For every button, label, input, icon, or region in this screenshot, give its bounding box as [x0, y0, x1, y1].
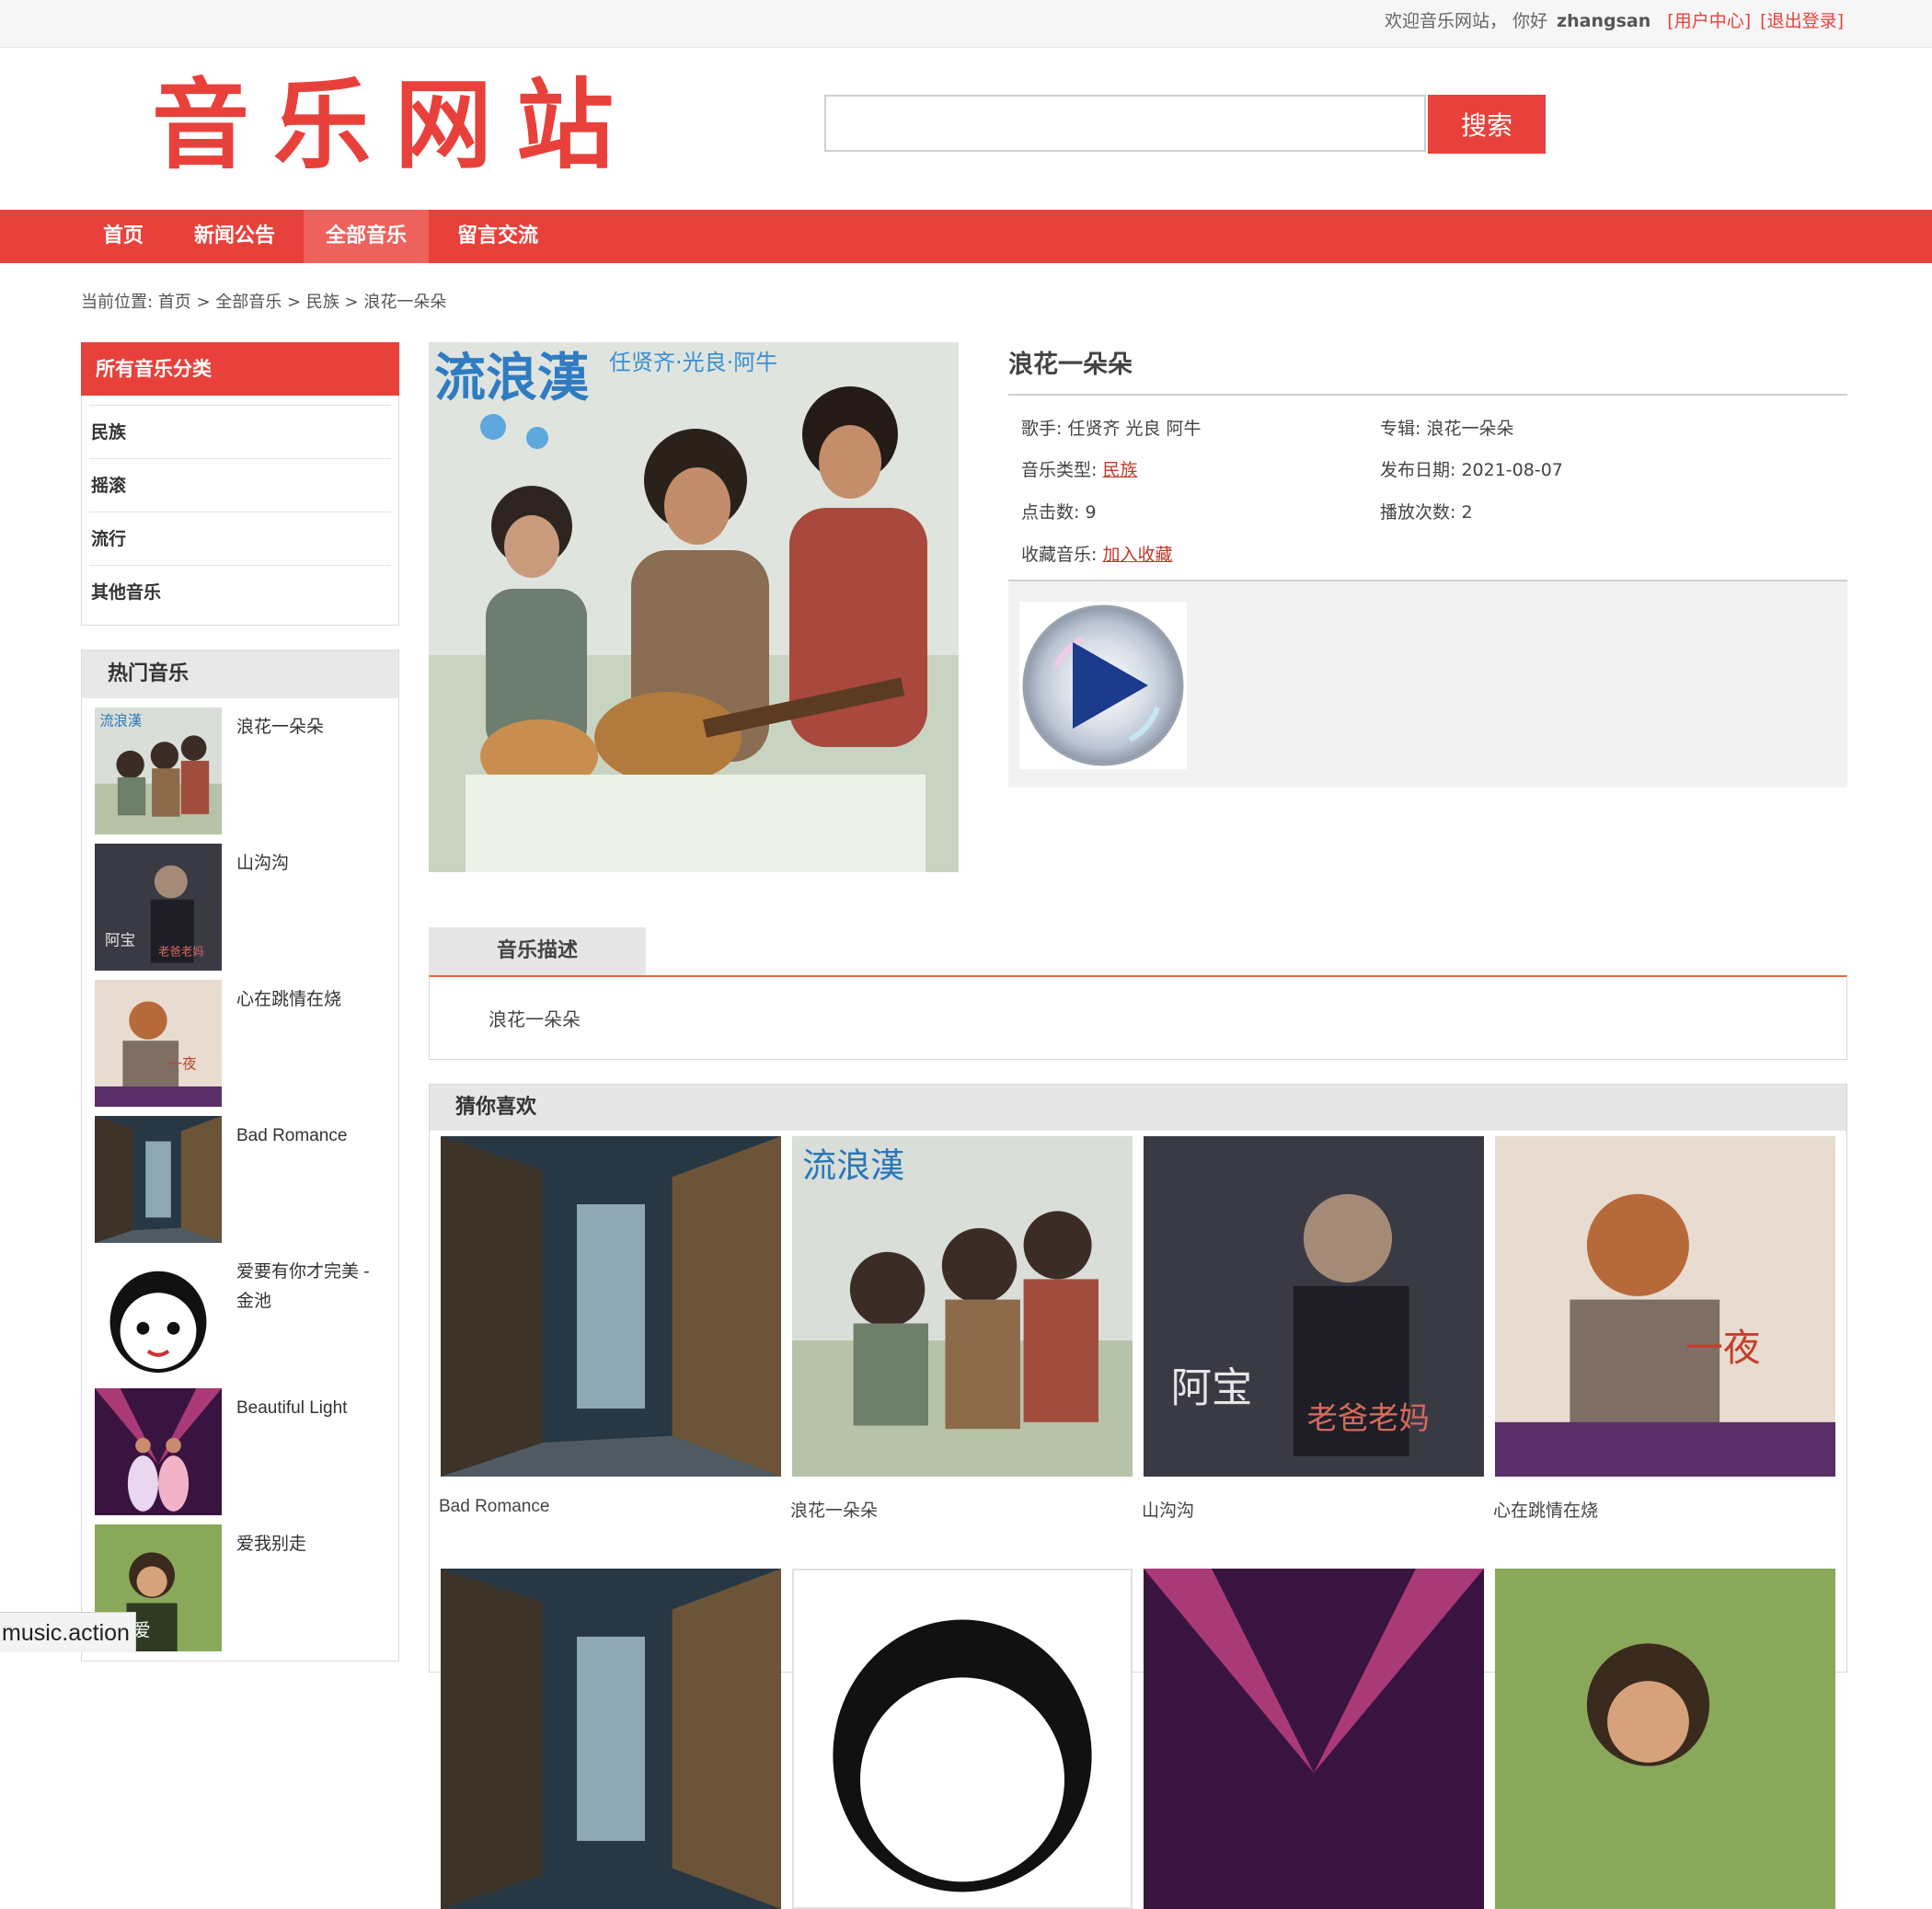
user-center-link[interactable]: [用户中心] [1667, 11, 1751, 31]
breadcrumb: 当前位置: 首页 > 全部音乐 > 民族 > 浪花一朵朵 [81, 293, 447, 312]
date-label: 发布日期: [1380, 460, 1456, 480]
hot-music-title-text: 浪花一朵朵 [236, 718, 325, 737]
album-cover-thumb: 阿宝 老爸老妈 [95, 844, 222, 971]
hot-music-title-text: Bad Romance [236, 1126, 348, 1145]
plays-value: 2 [1461, 502, 1473, 523]
category-item[interactable]: 民族 [89, 405, 391, 458]
cover-title-text: 流浪漢 [434, 349, 590, 408]
album-cover-image: 流浪漢 [792, 1136, 1133, 1477]
svg-text:流浪漢: 流浪漢 [100, 712, 143, 729]
svg-text:一夜: 一夜 [168, 1056, 196, 1073]
category-item[interactable]: 其他音乐 [89, 565, 391, 618]
album-cover-image [1495, 1569, 1835, 1909]
description-panel: 浪花一朵朵 [429, 975, 1847, 1060]
album-cover-image [441, 1136, 781, 1477]
nav-home[interactable]: 首页 [81, 210, 166, 263]
album-cover-image [441, 1569, 781, 1909]
song-title: 浪花一朵朵 [1008, 351, 1133, 379]
search-button[interactable]: 搜索 [1428, 95, 1546, 154]
hot-music-item[interactable]: 流浪漢 浪花一朵朵 [95, 707, 389, 836]
music-type-link[interactable]: 民族 [1102, 460, 1137, 480]
nav-news[interactable]: 新闻公告 [180, 210, 289, 263]
recommend-item-title: 浪花一朵朵 [790, 1501, 879, 1521]
hot-music-item[interactable]: Beautiful Light [95, 1388, 389, 1517]
hot-music-panel: 热门音乐 流浪漢 浪花一朵朵 阿宝 老爸老妈 山沟沟 一夜 心在跳情在烧 Bad… [81, 650, 399, 1662]
album-cover-image [1144, 1569, 1484, 1909]
svg-text:一夜: 一夜 [1685, 1326, 1760, 1370]
hot-music-title-text: Beautiful Light [236, 1398, 348, 1418]
category-panel: 所有音乐分类 民族 摇滚 流行 其他音乐 [81, 342, 399, 626]
album-label: 专辑: [1380, 419, 1421, 439]
album-cover-thumb [95, 1388, 222, 1515]
date-value: 2021-08-07 [1461, 460, 1563, 480]
hot-music-title-text: 爱我别走 [236, 1535, 307, 1554]
recommend-title: 猜你喜欢 [430, 1085, 1846, 1131]
favorite-info: 收藏音乐: 加入收藏 [1021, 541, 1172, 566]
welcome-area: 欢迎音乐网站， 你好 zhangsan [用户中心] [退出登录] [1385, 0, 1844, 43]
album-cover-thumb [95, 1252, 222, 1379]
clicks-info: 点击数: 9 [1021, 499, 1097, 523]
search-input[interactable] [824, 95, 1426, 152]
recommend-panel: 猜你喜欢 Bad Romance 流浪漢 浪花一朵朵 阿宝 老爸老妈 山沟沟 一… [429, 1084, 1847, 1909]
hot-music-title-text: 心在跳情在烧 [236, 990, 342, 1009]
clicks-label: 点击数: [1021, 502, 1080, 523]
divider [1008, 394, 1847, 396]
album-cover-image: 一夜 [1495, 1136, 1835, 1477]
category-item[interactable]: 摇滚 [89, 458, 391, 512]
add-favorite-link[interactable]: 加入收藏 [1102, 545, 1172, 565]
play-icon [1022, 604, 1184, 766]
clicks-value: 9 [1085, 502, 1097, 523]
album-cover-image [792, 1569, 1133, 1909]
album-cover-thumb [95, 1116, 222, 1243]
play-button[interactable] [1019, 602, 1187, 769]
hot-music-item[interactable]: 爱 爱我别走 [95, 1524, 389, 1653]
album-cover: 流浪漢 任贤齐·光良·阿牛 [429, 342, 959, 872]
svg-text:老爸老妈: 老爸老妈 [158, 944, 204, 958]
username: zhangsan [1557, 11, 1651, 31]
album-cover-thumb: 流浪漢 [95, 707, 222, 834]
category-title: 所有音乐分类 [81, 342, 399, 396]
nav-messages[interactable]: 留言交流 [443, 210, 552, 263]
hot-music-item[interactable]: Bad Romance [95, 1116, 389, 1245]
status-bar-url: music.action [0, 1612, 136, 1652]
svg-text:阿宝: 阿宝 [1171, 1365, 1253, 1412]
player-area [1008, 580, 1847, 788]
svg-text:流浪漢: 流浪漢 [802, 1145, 904, 1185]
top-bar: 欢迎音乐网站， 你好 zhangsan [用户中心] [退出登录] [0, 0, 1932, 48]
type-info: 音乐类型: 民族 [1021, 456, 1137, 481]
site-logo[interactable]: 音乐网站 [152, 75, 638, 177]
hot-music-item[interactable]: 阿宝 老爸老妈 山沟沟 [95, 844, 389, 972]
type-label: 音乐类型: [1021, 460, 1098, 480]
logout-link[interactable]: [退出登录] [1760, 11, 1844, 31]
recommend-item-title: 心在跳情在烧 [1493, 1501, 1599, 1521]
cover-names-text: 任贤齐·光良·阿牛 [609, 350, 777, 375]
nav-all-music[interactable]: 全部音乐 [304, 210, 429, 263]
favorite-label: 收藏音乐: [1021, 545, 1098, 565]
svg-text:阿宝: 阿宝 [105, 931, 135, 949]
album-value: 浪花一朵朵 [1426, 419, 1514, 439]
hot-music-title-text: 山沟沟 [236, 854, 290, 873]
album-info: 专辑: 浪花一朵朵 [1380, 415, 1513, 440]
singer-label: 歌手: [1021, 419, 1063, 439]
hot-music-item[interactable]: 一夜 心在跳情在烧 [95, 980, 389, 1109]
main-nav: 首页 新闻公告 全部音乐 留言交流 [0, 210, 1932, 263]
singer-value: 任贤齐 光良 阿牛 [1067, 419, 1202, 439]
svg-text:老爸老妈: 老爸老妈 [1307, 1400, 1430, 1436]
plays-label: 播放次数: [1380, 502, 1456, 523]
description-text: 浪花一朵朵 [489, 1008, 581, 1030]
singer-info: 歌手: 任贤齐 光良 阿牛 [1021, 415, 1202, 440]
category-item[interactable]: 流行 [89, 512, 391, 565]
recommend-item-title: Bad Romance [439, 1497, 550, 1516]
welcome-text: 欢迎音乐网站， 你好 [1384, 11, 1547, 31]
recommend-item-title: 山沟沟 [1142, 1501, 1195, 1521]
plays-info: 播放次数: 2 [1380, 499, 1473, 523]
tab-description[interactable]: 音乐描述 [429, 927, 646, 975]
album-cover-image: 阿宝 老爸老妈 [1144, 1136, 1484, 1477]
hot-music-item[interactable]: 爱要有你才完美 - 金池 [95, 1252, 389, 1381]
album-cover-thumb: 一夜 [95, 980, 222, 1107]
date-info: 发布日期: 2021-08-07 [1380, 456, 1563, 481]
hot-music-title-text: 爱要有你才完美 - 金池 [236, 1262, 370, 1311]
hot-music-title: 热门音乐 [82, 650, 398, 698]
